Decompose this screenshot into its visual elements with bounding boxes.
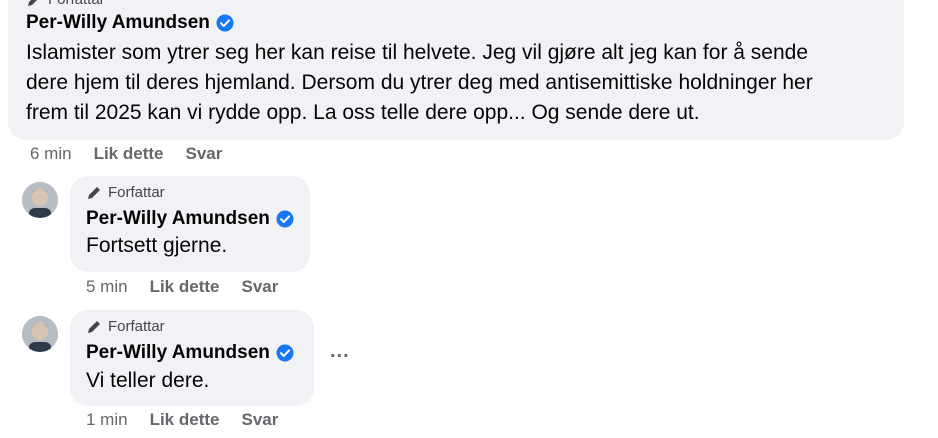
author-badge-label: Forfattar (108, 184, 165, 201)
comment-actions: 6 min Lik dette Svar (30, 144, 222, 164)
scrollbar[interactable] (932, 0, 938, 438)
pencil-icon (88, 186, 100, 199)
author-name[interactable]: Per-Willy Amundsen (26, 12, 210, 34)
like-button[interactable]: Lik dette (150, 410, 220, 430)
author-name[interactable]: Per-Willy Amundsen (86, 342, 270, 364)
verified-badge-icon (276, 344, 294, 362)
avatar[interactable] (22, 182, 58, 218)
like-button[interactable]: Lik dette (150, 277, 220, 297)
comment-author[interactable]: Per-Willy Amundsen (86, 208, 294, 230)
reply-button[interactable]: Svar (241, 410, 278, 430)
reply-button[interactable]: Svar (185, 144, 222, 164)
comment-author[interactable]: Per-Willy Amundsen (26, 12, 234, 34)
comment-text: Islamister som ytrer seg her kan reise t… (26, 38, 813, 128)
author-badge-label: Forfattar (48, 0, 105, 8)
avatar-image (22, 182, 58, 218)
comment-text-line: dere hjem til deres hjemland. Dersom du … (26, 71, 813, 94)
comment-timestamp[interactable]: 1 min (86, 410, 128, 430)
pencil-icon (28, 0, 37, 6)
author-badge: Forfattar (26, 0, 105, 8)
comment-author[interactable]: Per-Willy Amundsen (86, 342, 294, 364)
like-button[interactable]: Lik dette (94, 144, 164, 164)
author-badge-label: Forfattar (108, 318, 165, 335)
comment-text-line: Islamister som ytrer seg her kan reise t… (26, 41, 809, 64)
comment-thread: Forfattar Per-Willy Amundsen Islamister … (0, 0, 938, 438)
pencil-icon (88, 320, 100, 333)
reply-button[interactable]: Svar (241, 277, 278, 297)
comment-text: Vi teller dere. (86, 369, 210, 392)
comment-actions: 1 min Lik dette Svar (86, 410, 278, 430)
comment-text-line: frem til 2025 kan vi rydde opp. La oss t… (26, 101, 700, 124)
comment-text: Fortsett gjerne. (86, 234, 228, 257)
more-options-button[interactable]: ... (330, 340, 350, 363)
author-name[interactable]: Per-Willy Amundsen (86, 208, 270, 230)
avatar-image (22, 316, 58, 352)
avatar[interactable] (22, 316, 58, 352)
author-badge: Forfattar (86, 184, 165, 201)
verified-badge-icon (276, 210, 294, 228)
verified-badge-icon (216, 14, 234, 32)
comment-timestamp[interactable]: 6 min (30, 144, 72, 164)
comment-timestamp[interactable]: 5 min (86, 277, 128, 297)
author-badge: Forfattar (86, 318, 165, 335)
comment-actions: 5 min Lik dette Svar (86, 277, 278, 297)
